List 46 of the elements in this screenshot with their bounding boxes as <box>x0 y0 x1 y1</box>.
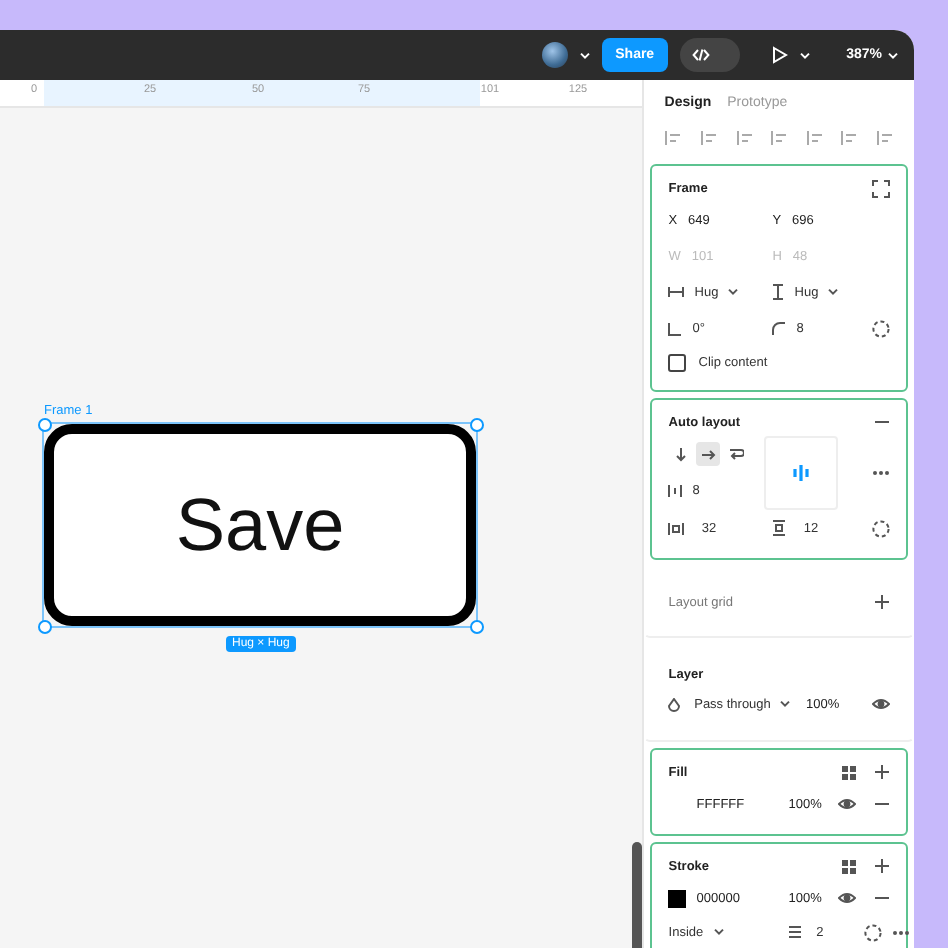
resize-handle[interactable] <box>38 620 52 634</box>
wrap-arrow-icon <box>728 446 745 462</box>
dashed-circle-icon[interactable] <box>864 923 883 941</box>
caret-icon <box>728 288 739 296</box>
drop-icon <box>668 697 681 711</box>
play-icon[interactable] <box>772 46 789 64</box>
independent-corners-icon[interactable] <box>872 319 891 337</box>
code-icon <box>692 48 711 62</box>
weight-icon <box>788 926 803 938</box>
caret-icon <box>780 700 791 708</box>
dots-icon[interactable] <box>842 859 856 873</box>
plus-icon[interactable] <box>874 858 890 874</box>
color-swatch[interactable] <box>668 889 687 907</box>
scrollbar[interactable] <box>632 842 642 948</box>
plus-icon[interactable] <box>874 594 890 610</box>
padding-icon <box>772 520 787 536</box>
angle-icon <box>668 321 683 335</box>
padding-icon <box>668 521 685 535</box>
resize-handle[interactable] <box>38 418 52 432</box>
corner-radius-icon <box>772 321 787 335</box>
alignment-bars-icon <box>792 464 811 482</box>
save-frame: Save <box>44 424 476 626</box>
eye-icon[interactable] <box>838 892 856 904</box>
resize-handle[interactable] <box>470 620 484 634</box>
height-icon <box>772 284 785 300</box>
direction-toggle[interactable] <box>696 442 721 466</box>
code-button[interactable] <box>680 38 741 72</box>
caret-icon <box>888 51 898 59</box>
caret-icon <box>800 51 811 59</box>
fullscreen-icon[interactable] <box>872 179 890 197</box>
resize-handle[interactable] <box>470 418 484 432</box>
more-icon[interactable] <box>872 470 890 476</box>
more-icon[interactable] <box>892 929 911 935</box>
dots-icon[interactable] <box>842 765 856 779</box>
gap-icon <box>668 483 683 497</box>
caret-icon <box>828 288 839 296</box>
eye-icon[interactable] <box>872 698 890 710</box>
dashed-circle-icon[interactable] <box>872 519 891 537</box>
width-icon <box>668 286 685 298</box>
down-arrow-icon <box>672 446 689 462</box>
caret-icon <box>579 51 590 59</box>
eye-icon[interactable] <box>838 798 856 810</box>
caret-icon <box>713 928 724 936</box>
right-arrow-icon <box>700 446 717 462</box>
avatar-icon[interactable] <box>541 42 568 68</box>
plus-icon[interactable] <box>874 764 890 780</box>
